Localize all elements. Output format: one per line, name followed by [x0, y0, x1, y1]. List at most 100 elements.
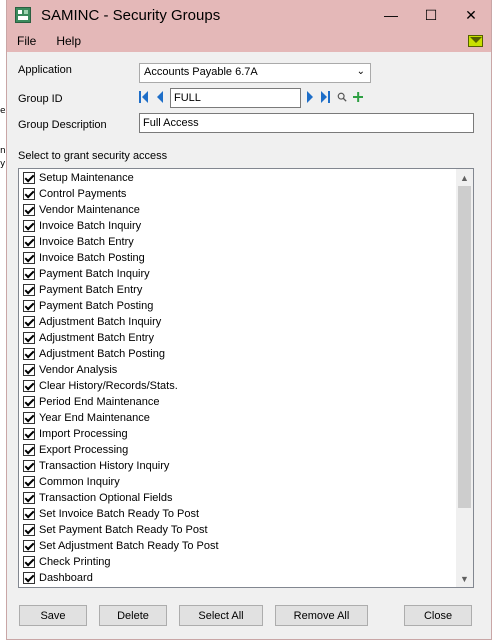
close-button[interactable]: Close: [404, 605, 472, 626]
permission-item[interactable]: Year End Maintenance: [19, 410, 473, 426]
checkbox-checked-icon[interactable]: [23, 220, 35, 232]
permission-item[interactable]: Transaction Optional Fields: [19, 490, 473, 506]
maximize-button[interactable]: ☐: [411, 0, 451, 30]
permission-label: Invoice Batch Inquiry: [39, 220, 142, 232]
checkbox-checked-icon[interactable]: [23, 508, 35, 520]
permission-item[interactable]: Vendor Maintenance: [19, 202, 473, 218]
permission-item[interactable]: Set Adjustment Batch Ready To Post: [19, 538, 473, 554]
permission-label: Invoice Batch Posting: [39, 252, 145, 264]
permission-label: Payment Batch Entry: [39, 284, 143, 296]
permission-item[interactable]: Adjustment Batch Posting: [19, 346, 473, 362]
checkbox-checked-icon[interactable]: [23, 492, 35, 504]
checkbox-checked-icon[interactable]: [23, 284, 35, 296]
permission-item[interactable]: Set Invoice Batch Ready To Post: [19, 506, 473, 522]
checkbox-checked-icon[interactable]: [23, 460, 35, 472]
checkbox-checked-icon[interactable]: [23, 332, 35, 344]
permission-item[interactable]: Check Printing: [19, 554, 473, 570]
close-window-button[interactable]: ✕: [451, 0, 491, 30]
checkbox-checked-icon[interactable]: [23, 316, 35, 328]
permission-label: Period End Maintenance: [39, 396, 160, 408]
permission-item[interactable]: Invoice Batch Posting: [19, 250, 473, 266]
checkbox-checked-icon[interactable]: [23, 412, 35, 424]
first-record-icon[interactable]: [139, 90, 149, 104]
application-select[interactable]: Accounts Payable 6.7A ⌄: [139, 63, 371, 83]
permission-item[interactable]: Dashboard: [19, 570, 473, 586]
permission-label: Set Adjustment Batch Ready To Post: [39, 540, 219, 552]
delete-button[interactable]: Delete: [99, 605, 167, 626]
group-id-input[interactable]: [170, 88, 301, 108]
scroll-up-icon[interactable]: ▲: [456, 169, 473, 186]
last-record-icon[interactable]: [320, 90, 330, 104]
checkbox-checked-icon[interactable]: [23, 364, 35, 376]
checkbox-checked-icon[interactable]: [23, 380, 35, 392]
checkbox-checked-icon[interactable]: [23, 428, 35, 440]
permission-item[interactable]: Adjustment Batch Inquiry: [19, 314, 473, 330]
app-icon: [15, 7, 31, 23]
permission-label: Setup Maintenance: [39, 172, 134, 184]
checkbox-checked-icon[interactable]: [23, 188, 35, 200]
menu-help[interactable]: Help: [46, 34, 91, 48]
permission-label: Payment Batch Inquiry: [39, 268, 150, 280]
chevron-down-icon: ⌄: [356, 66, 365, 77]
group-description-input[interactable]: [139, 113, 474, 133]
permission-item[interactable]: Payment Batch Posting: [19, 298, 473, 314]
permission-item[interactable]: Set Payment Batch Ready To Post: [19, 522, 473, 538]
background-text: e: [0, 106, 6, 116]
permission-item[interactable]: Invoice Batch Inquiry: [19, 218, 473, 234]
select-all-button[interactable]: Select All: [179, 605, 263, 626]
checkbox-checked-icon[interactable]: [23, 204, 35, 216]
scroll-thumb[interactable]: [458, 186, 471, 508]
search-icon[interactable]: [337, 90, 349, 104]
add-icon[interactable]: [353, 90, 365, 104]
checkbox-checked-icon[interactable]: [23, 348, 35, 360]
remove-all-button[interactable]: Remove All: [275, 605, 368, 626]
permission-item[interactable]: Payment Batch Entry: [19, 282, 473, 298]
permission-label: Adjustment Batch Entry: [39, 332, 154, 344]
permission-item[interactable]: Payment Batch Inquiry: [19, 266, 473, 282]
checkbox-checked-icon[interactable]: [23, 300, 35, 312]
group-id-label: Group ID: [18, 93, 63, 105]
checkbox-checked-icon[interactable]: [23, 172, 35, 184]
scroll-down-icon[interactable]: ▼: [456, 570, 473, 587]
permission-item[interactable]: Export Processing: [19, 442, 473, 458]
checkbox-checked-icon[interactable]: [23, 476, 35, 488]
permission-item[interactable]: Clear History/Records/Stats.: [19, 378, 473, 394]
permission-item[interactable]: Vendor Analysis: [19, 362, 473, 378]
checkbox-checked-icon[interactable]: [23, 524, 35, 536]
previous-record-icon[interactable]: [155, 90, 165, 104]
checkbox-checked-icon[interactable]: [23, 444, 35, 456]
checkbox-checked-icon[interactable]: [23, 252, 35, 264]
mail-icon[interactable]: [468, 35, 483, 47]
permission-item[interactable]: Common Inquiry: [19, 474, 473, 490]
checkbox-checked-icon[interactable]: [23, 396, 35, 408]
save-button[interactable]: Save: [19, 605, 87, 626]
permission-item[interactable]: Adjustment Batch Entry: [19, 330, 473, 346]
permission-label: Transaction Optional Fields: [39, 492, 173, 504]
permission-label: Export Processing: [39, 444, 129, 456]
title-bar[interactable]: SAMINC - Security Groups — ☐ ✕: [7, 0, 491, 30]
permission-label: Payment Batch Posting: [39, 300, 154, 312]
permission-label: Set Invoice Batch Ready To Post: [39, 508, 199, 520]
checkbox-checked-icon[interactable]: [23, 572, 35, 584]
permission-label: Vendor Maintenance: [39, 204, 140, 216]
minimize-button[interactable]: —: [371, 0, 411, 30]
checkbox-checked-icon[interactable]: [23, 556, 35, 568]
next-record-icon[interactable]: [305, 90, 315, 104]
permission-label: Year End Maintenance: [39, 412, 150, 424]
checkbox-checked-icon[interactable]: [23, 236, 35, 248]
scrollbar[interactable]: ▲ ▼: [456, 169, 473, 587]
permission-item[interactable]: Invoice Batch Entry: [19, 234, 473, 250]
permission-item[interactable]: Setup Maintenance: [19, 170, 473, 186]
permission-label: Invoice Batch Entry: [39, 236, 134, 248]
section-label: Select to grant security access: [18, 150, 168, 162]
window-title: SAMINC - Security Groups: [41, 6, 221, 24]
checkbox-checked-icon[interactable]: [23, 540, 35, 552]
permission-label: Adjustment Batch Inquiry: [39, 316, 162, 328]
permission-item[interactable]: Control Payments: [19, 186, 473, 202]
permission-item[interactable]: Transaction History Inquiry: [19, 458, 473, 474]
permission-item[interactable]: Import Processing: [19, 426, 473, 442]
permission-label: Vendor Analysis: [39, 364, 118, 376]
permission-item[interactable]: Period End Maintenance: [19, 394, 473, 410]
menu-file[interactable]: File: [7, 34, 46, 48]
checkbox-checked-icon[interactable]: [23, 268, 35, 280]
